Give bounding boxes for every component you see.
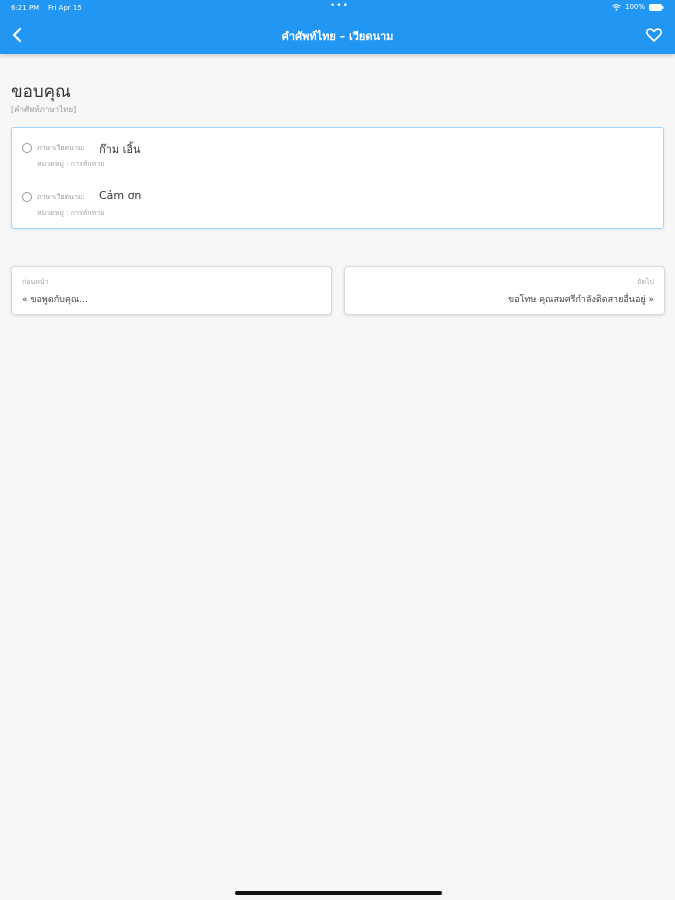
battery-icon: [649, 3, 664, 11]
word-subtitle: [คำศัพท์ภาษาไทย]: [11, 105, 77, 114]
status-time: 6:21 PM: [11, 4, 40, 12]
multitask-dots[interactable]: •••: [330, 1, 349, 11]
previous-word-card[interactable]: ก่อนหน้า « ขอพูดกับคุณ...: [11, 266, 332, 315]
translation-text: Cảm ơn: [99, 189, 142, 202]
speaker-icon[interactable]: [22, 192, 32, 202]
category-label: หมวดหมู่ : การทักทาย: [37, 209, 105, 217]
translation-text: ก๊าม เอิ้น: [99, 143, 141, 156]
word-title: ขอบคุณ: [11, 82, 71, 102]
previous-caption: ก่อนหน้า: [22, 278, 49, 286]
status-bar: 6:21 PM Fri Apr 15 ••• 100%: [0, 0, 675, 16]
speaker-icon[interactable]: [22, 143, 32, 153]
next-caption: ถัดไป: [637, 278, 654, 286]
next-word-card[interactable]: ถัดไป ขอโทษ คุณสมศรีกำลังติดสายอื่นอยู่ …: [344, 266, 665, 315]
home-indicator[interactable]: [235, 891, 442, 895]
language-label: ภาษาเวียดนาม:: [37, 193, 85, 201]
battery-percent: 100%: [624, 3, 645, 11]
page-title: คำศัพท์ไทย – เวียดนาม: [281, 30, 394, 43]
wifi-icon: [612, 3, 621, 11]
favorite-button[interactable]: [643, 24, 665, 46]
previous-word: « ขอพูดกับคุณ...: [22, 295, 88, 305]
heart-icon: [646, 28, 662, 42]
app-header: 6:21 PM Fri Apr 15 ••• 100% คำศัพท์ไทย –…: [0, 0, 675, 54]
translations-card: ภาษาเวียดนาม: ก๊าม เอิ้น หมวดหมู่ : การท…: [11, 127, 664, 229]
status-indicators: 100%: [612, 3, 664, 11]
status-date: Fri Apr 15: [48, 4, 82, 12]
category-label: หมวดหมู่ : การทักทาย: [37, 160, 105, 168]
next-word: ขอโทษ คุณสมศรีกำลังติดสายอื่นอยู่ »: [508, 295, 654, 305]
language-label: ภาษาเวียดนาม:: [37, 144, 85, 152]
